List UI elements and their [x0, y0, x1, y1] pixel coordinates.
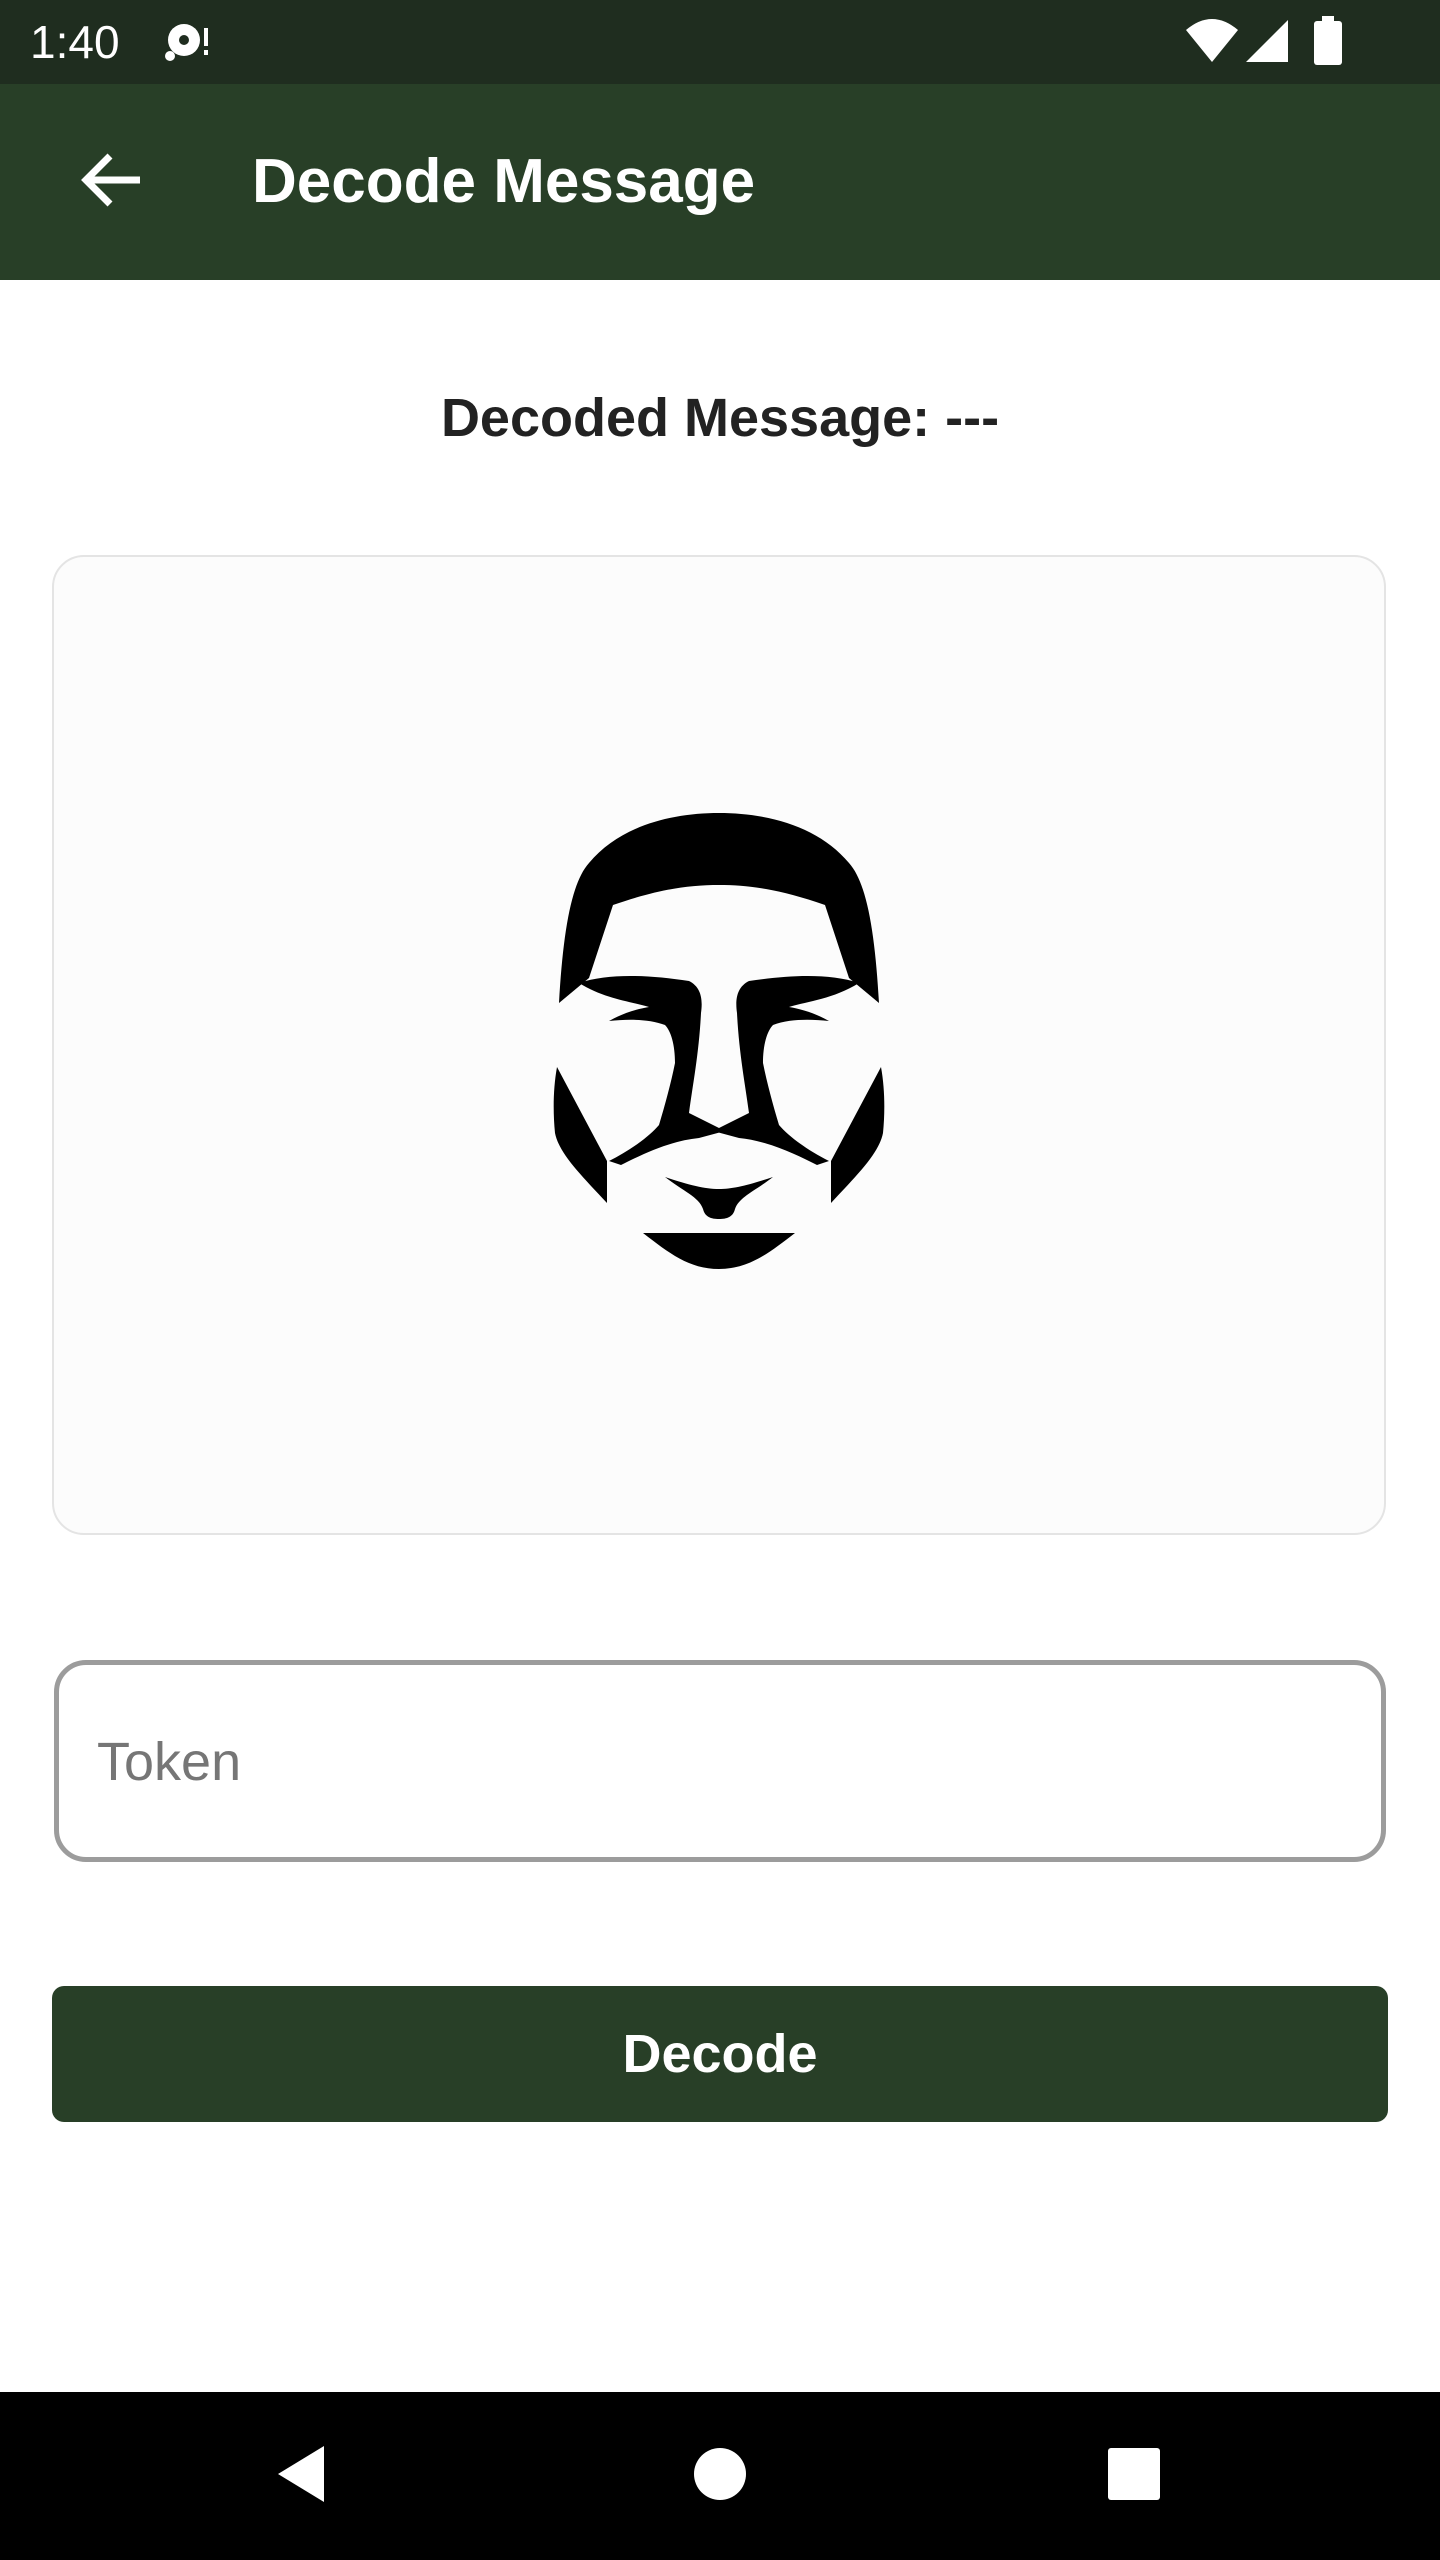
nav-recents-button[interactable]	[1084, 2426, 1184, 2526]
image-picker-card[interactable]	[52, 555, 1386, 1535]
arrow-back-icon	[80, 148, 144, 217]
status-time: 1:40	[30, 16, 120, 68]
decoded-message-label: Decoded Message: ---	[440, 388, 1000, 448]
battery-icon	[1312, 16, 1344, 71]
token-field[interactable]	[54, 1660, 1386, 1862]
status-bar: 1:40	[0, 0, 1440, 84]
face-mask-icon	[549, 812, 889, 1278]
token-input[interactable]	[95, 1665, 1339, 1859]
back-button[interactable]	[52, 122, 172, 242]
back-triangle-icon	[272, 2442, 332, 2511]
nav-home-button[interactable]	[670, 2426, 770, 2526]
nav-back-button[interactable]	[252, 2426, 352, 2526]
home-circle-icon	[692, 2446, 748, 2507]
app-bar: Decode Message	[0, 84, 1440, 280]
wifi-icon	[1184, 18, 1240, 69]
recents-square-icon	[1106, 2446, 1162, 2507]
decode-button[interactable]: Decode	[52, 1986, 1388, 2122]
page-title: Decode Message	[252, 147, 756, 216]
screen: 1:40 Decode Message Decoded Message: ---…	[0, 0, 1440, 2560]
cell-signal-icon	[1244, 18, 1290, 69]
media-notification-icon	[162, 22, 212, 67]
navigation-bar	[0, 2392, 1440, 2560]
